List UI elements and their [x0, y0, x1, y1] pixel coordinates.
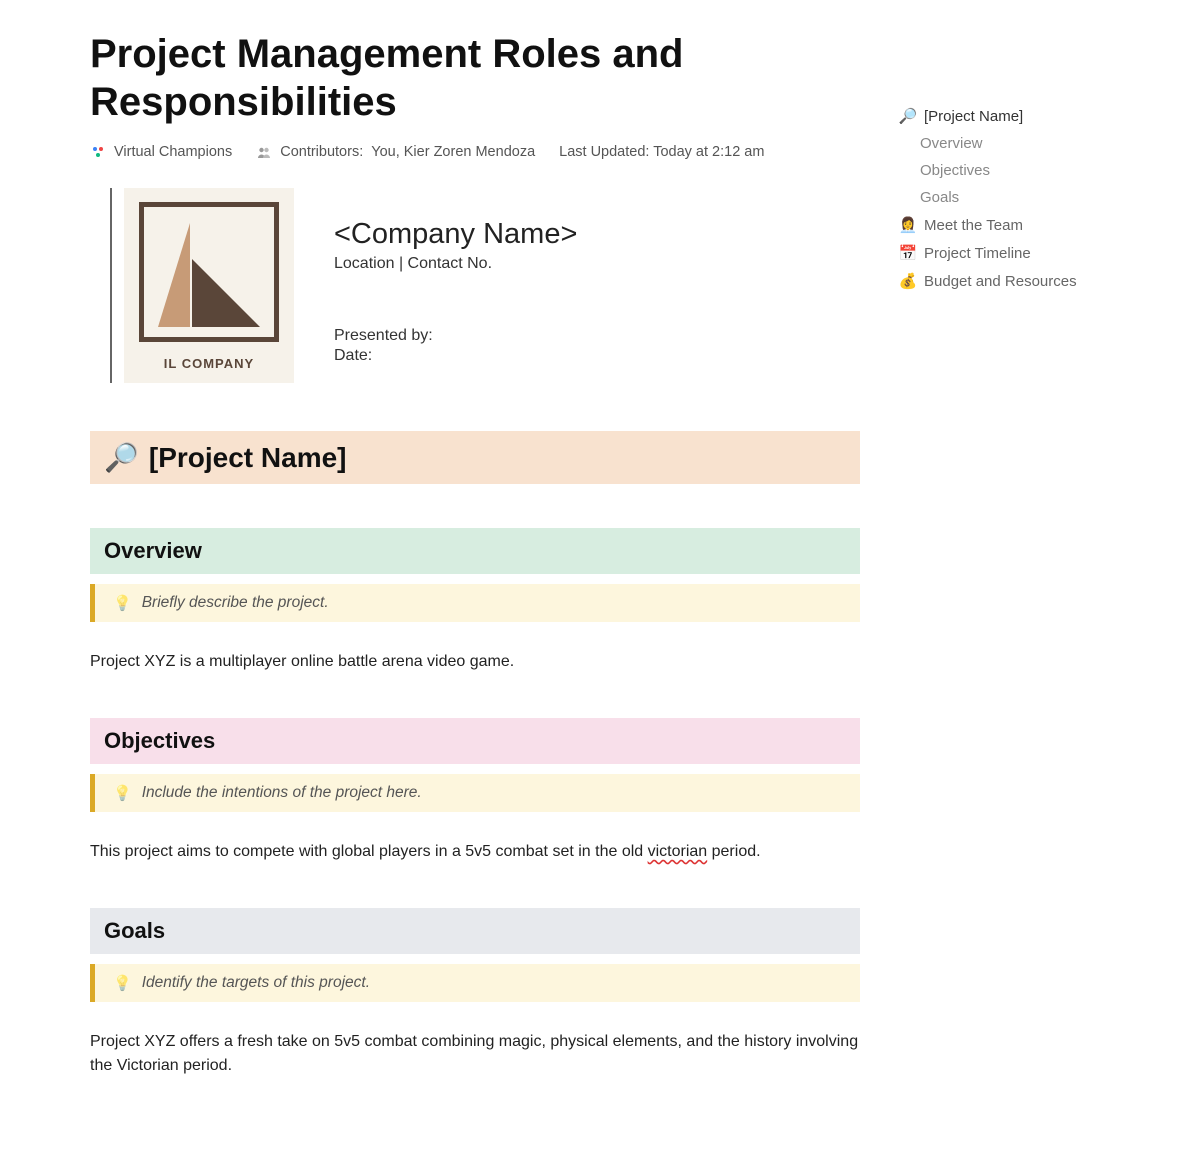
- objectives-hint: 💡 Include the intentions of the project …: [90, 774, 860, 812]
- company-logo: IL COMPANY: [124, 188, 294, 383]
- company-name: <Company Name>: [334, 218, 577, 251]
- last-updated: Last Updated: Today at 2:12 am: [559, 144, 764, 160]
- magnifier-icon: 🔎: [104, 441, 139, 474]
- company-block: IL COMPANY <Company Name> Location | Con…: [110, 188, 860, 383]
- goals-hint-text: Identify the targets of this project.: [142, 974, 370, 992]
- objectives-hint-text: Include the intentions of the project he…: [142, 784, 422, 802]
- team-chip[interactable]: Virtual Champions: [90, 144, 232, 160]
- section-overview-banner: Overview: [90, 528, 860, 574]
- toc-label: Goals: [920, 189, 959, 206]
- page-title: Project Management Roles and Responsibil…: [90, 30, 860, 126]
- toc-item-team[interactable]: 👩‍💼 Meet the Team: [900, 211, 1110, 239]
- toc-item-timeline[interactable]: 📅 Project Timeline: [900, 239, 1110, 267]
- toc-item-budget[interactable]: 💰 Budget and Resources: [900, 267, 1110, 295]
- objectives-body-pre: This project aims to compete with global…: [90, 843, 648, 860]
- toc-label: Overview: [920, 135, 983, 152]
- goals-hint: 💡 Identify the targets of this project.: [90, 964, 860, 1002]
- last-updated-text: Last Updated: Today at 2:12 am: [559, 144, 764, 160]
- toc-label: Meet the Team: [924, 217, 1023, 234]
- date-field: Date:: [334, 347, 577, 365]
- objectives-body: This project aims to compete with global…: [90, 840, 860, 864]
- objectives-body-err: victorian: [648, 843, 708, 860]
- objectives-body-post: period.: [707, 843, 760, 860]
- toc-label: Budget and Resources: [924, 273, 1077, 290]
- overview-hint-text: Briefly describe the project.: [142, 594, 329, 612]
- toc-label: Objectives: [920, 162, 990, 179]
- company-subline: Location | Contact No.: [334, 255, 577, 273]
- toc-item-objectives[interactable]: Objectives: [900, 157, 1110, 184]
- contributors-chip[interactable]: Contributors: You, Kier Zoren Mendoza: [256, 144, 535, 160]
- bulb-icon: 💡: [113, 974, 132, 992]
- team-icon: [90, 144, 106, 160]
- overview-hint: 💡 Briefly describe the project.: [90, 584, 860, 622]
- toc-item-project[interactable]: 🔎 [Project Name]: [900, 102, 1110, 130]
- people-icon: [256, 144, 272, 160]
- section-goals-banner: Goals: [90, 908, 860, 954]
- bulb-icon: 💡: [113, 784, 132, 802]
- logo-caption: IL COMPANY: [164, 356, 254, 371]
- magnifier-icon: 🔎: [900, 107, 916, 125]
- toc-item-goals[interactable]: Goals: [900, 184, 1110, 211]
- contributors-label: Contributors:: [280, 144, 363, 160]
- person-icon: 👩‍💼: [900, 216, 916, 234]
- section-objectives-title: Objectives: [104, 728, 846, 754]
- section-project-title: [Project Name]: [149, 442, 347, 474]
- team-name: Virtual Champions: [114, 144, 232, 160]
- section-goals-title: Goals: [104, 918, 846, 944]
- calendar-icon: 📅: [900, 244, 916, 262]
- toc-label: Project Timeline: [924, 245, 1031, 262]
- section-overview-title: Overview: [104, 538, 846, 564]
- toc-label: [Project Name]: [924, 108, 1023, 125]
- section-objectives-banner: Objectives: [90, 718, 860, 764]
- toc-item-overview[interactable]: Overview: [900, 130, 1110, 157]
- bulb-icon: 💡: [113, 594, 132, 612]
- toc-sidebar: 🔎 [Project Name] Overview Objectives Goa…: [860, 30, 1110, 1078]
- section-project-banner: 🔎 [Project Name]: [90, 431, 860, 484]
- overview-body: Project XYZ is a multiplayer online batt…: [90, 650, 860, 674]
- meta-row: Virtual Champions Contributors: You, Kie…: [90, 144, 860, 160]
- presented-by: Presented by:: [334, 327, 577, 345]
- money-icon: 💰: [900, 272, 916, 290]
- goals-body: Project XYZ offers a fresh take on 5v5 c…: [90, 1030, 860, 1078]
- logo-box: [139, 202, 279, 342]
- contributors-value: You, Kier Zoren Mendoza: [371, 144, 535, 160]
